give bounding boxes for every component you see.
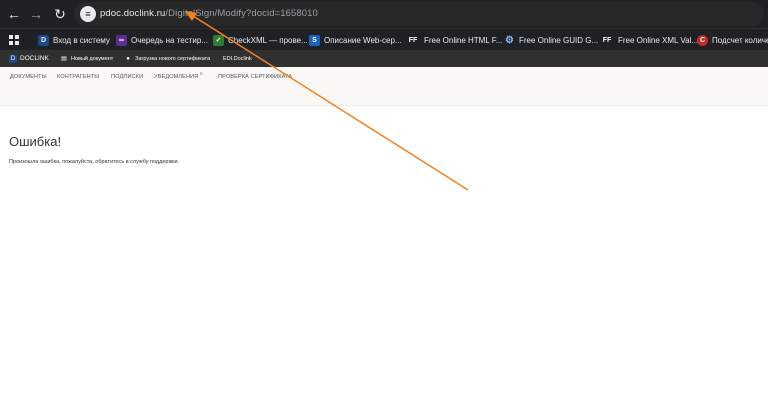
bookmark-guid-generator[interactable]: ⚙ Free Online GUID G...	[504, 33, 598, 47]
visual-studio-icon: ∞	[116, 34, 127, 46]
forward-arrow-icon[interactable]: →	[26, 4, 46, 24]
bookmark-test-queue[interactable]: ∞ Очередь на тестир...	[116, 33, 208, 47]
edi-doclink-link[interactable]: EDI.Doclink	[223, 53, 252, 64]
header-link-label: Загрузка нового сертификата	[135, 55, 211, 62]
nav-documents[interactable]: ДОКУМЕНТЫ	[10, 74, 47, 80]
apps-grid-icon[interactable]	[8, 33, 20, 47]
freeformatter-icon: FF	[602, 36, 612, 44]
back-arrow-icon[interactable]: ←	[4, 4, 24, 24]
bookmark-label: Вход в систему	[53, 35, 110, 45]
bookmark-label: Free Online GUID G...	[519, 35, 599, 45]
site-info-icon[interactable]: ≡	[80, 6, 96, 22]
header-link-label: Новый документ	[71, 55, 114, 62]
bookmark-label: Free Online XML Val...	[618, 35, 699, 45]
new-document-link[interactable]: ▤ Новый документ	[60, 53, 113, 64]
doclink-logo-icon: D	[9, 54, 17, 63]
bookmark-label: CheckXML — прове...	[228, 35, 308, 45]
notifications-count-badge: 0	[200, 71, 203, 76]
nav-notifications[interactable]: УВЕДОМЛЕНИЯ	[154, 74, 198, 80]
bookmark-counter[interactable]: C Подсчет количе	[697, 33, 768, 47]
document-icon: ▤	[61, 56, 67, 62]
nav-certificate-check[interactable]: ПРОВЕРКА СЕРТИФИКАТА	[218, 74, 292, 80]
error-message: Произошла ошибка, пожалуйста, обратитесь…	[9, 159, 180, 165]
copyright-icon: C	[697, 34, 708, 46]
header-link-label: EDI.Doclink	[223, 55, 252, 62]
bookmark-xml-validator[interactable]: FF Free Online XML Val...	[600, 33, 698, 47]
nav-subscriptions[interactable]: ПОДПИСКИ	[111, 74, 143, 80]
url-host: pdoc.doclink.ru	[100, 8, 166, 19]
bookmark-login[interactable]: D Вход в систему	[38, 33, 110, 47]
upload-certificate-link[interactable]: ● Загрузка нового сертификата	[124, 53, 210, 64]
site-header: D DOCLINK ▤ Новый документ ● Загрузка но…	[0, 50, 768, 67]
freeformatter-icon: FF	[408, 36, 418, 44]
bookmark-label: Free Online HTML F...	[424, 35, 503, 45]
url-path: /DigitalSign/Modify?docid=1658010	[165, 8, 318, 19]
bookmark-label: Очередь на тестир...	[131, 35, 208, 45]
reload-icon[interactable]: ↻	[50, 4, 70, 24]
gear-icon: ⚙	[505, 34, 514, 46]
bookmark-label: Описание Web-сер...	[324, 35, 402, 45]
bookmark-label: Подсчет количе	[712, 35, 768, 45]
certificate-icon: ●	[126, 55, 130, 62]
bookmark-web-service-description[interactable]: S Описание Web-сер...	[309, 33, 402, 47]
nav-counterparties[interactable]: КОНТРАГЕНТЫ	[57, 74, 99, 80]
logo-text: DOCLINK	[20, 55, 49, 62]
doclink-icon: D	[38, 34, 49, 46]
bookmark-checkxml[interactable]: ✓ CheckXML — прове...	[213, 33, 308, 47]
url-text[interactable]: pdoc.doclink.ru/DigitalSign/Modify?docid…	[100, 8, 318, 19]
bookmark-html-formatter[interactable]: FF Free Online HTML F...	[406, 33, 503, 47]
site-nav: ДОКУМЕНТЫ КОНТРАГЕНТЫ ПОДПИСКИ УВЕДОМЛЕН…	[0, 67, 768, 106]
error-title: Ошибка!	[9, 134, 62, 149]
bookmarks-bar: D Вход в систему ∞ Очередь на тестир... …	[0, 28, 768, 51]
browser-toolbar: ← → ↻ ≡ pdoc.doclink.ru/DigitalSign/Modi…	[0, 0, 768, 28]
checkxml-icon: ✓	[213, 34, 224, 46]
site-logo[interactable]: D DOCLINK	[9, 53, 49, 64]
service-icon: S	[309, 34, 320, 46]
